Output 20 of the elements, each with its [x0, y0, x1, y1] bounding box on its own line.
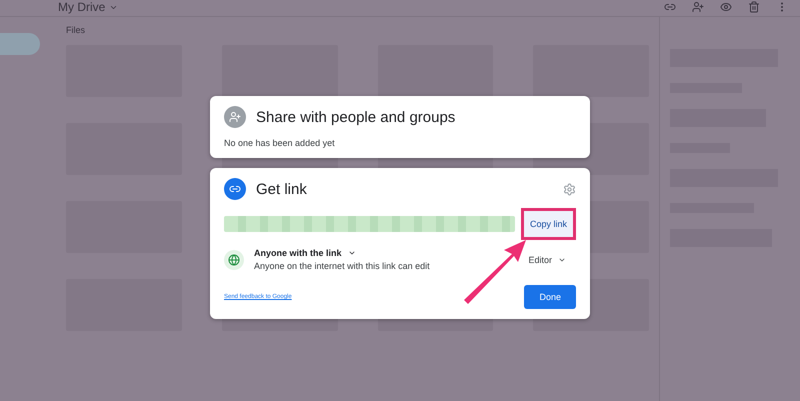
trash-icon[interactable] — [748, 1, 760, 13]
settings-icon[interactable] — [563, 182, 576, 196]
section-label: Files — [66, 25, 86, 35]
card-title: Share with people and groups — [256, 108, 456, 126]
card-subtitle: No one has been added yet — [224, 138, 336, 148]
caret-icon — [348, 249, 356, 257]
done-button[interactable]: Done — [524, 285, 576, 309]
role-dropdown[interactable]: Editor — [522, 254, 572, 266]
eye-icon[interactable] — [720, 1, 732, 13]
globe-icon — [224, 250, 244, 270]
card-title: Get link — [256, 180, 307, 198]
add-person-icon[interactable] — [692, 1, 704, 13]
copy-link-button[interactable]: Copy link — [520, 208, 576, 240]
blurred-link-field[interactable] — [224, 216, 515, 232]
blurred-sidebar-item — [0, 33, 40, 55]
link-icon[interactable] — [664, 1, 676, 13]
access-dropdown[interactable]: Anyone with the link — [254, 248, 430, 258]
person-add-icon — [224, 106, 246, 128]
link-icon — [224, 178, 246, 200]
access-description: Anyone on the internet with this link can edit — [254, 261, 430, 271]
